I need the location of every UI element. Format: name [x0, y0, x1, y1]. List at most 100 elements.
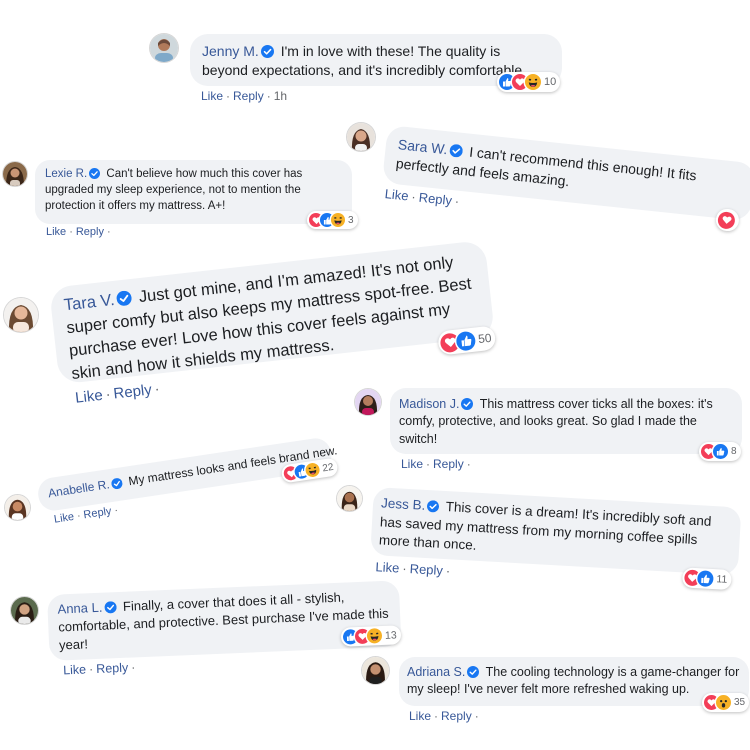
comment-bubble: Anna L. Finally, a cover that does it al…: [47, 580, 402, 661]
verified-icon: [89, 168, 101, 179]
like-link[interactable]: Like: [401, 457, 423, 471]
author-name[interactable]: Adriana S.: [407, 665, 465, 679]
reaction-count: 50: [477, 330, 493, 347]
comment-actions: Like·Reply·: [375, 559, 454, 578]
avatar[interactable]: [11, 597, 38, 624]
reply-link[interactable]: Reply: [83, 505, 113, 521]
reply-link[interactable]: Reply: [233, 89, 264, 103]
reply-link[interactable]: Reply: [96, 661, 129, 676]
reaction-summary[interactable]: 11: [681, 567, 732, 591]
author-name[interactable]: Anabelle R.: [47, 477, 110, 500]
author-name[interactable]: Sara W.: [397, 136, 448, 157]
separator: ·: [445, 563, 451, 579]
author-name[interactable]: Tara V.: [63, 291, 115, 314]
reply-link[interactable]: Reply: [418, 190, 453, 208]
comment-actions: Like·Reply·: [409, 709, 482, 723]
avatar[interactable]: [5, 495, 30, 520]
verified-icon: [467, 666, 480, 678]
separator: ·: [153, 380, 161, 398]
verified-icon: [427, 500, 440, 513]
author-name[interactable]: Lexie R.: [45, 168, 87, 180]
comment-bubble: Sara W. I can't recommend this enough! I…: [381, 125, 750, 222]
verified-icon: [260, 45, 274, 58]
separator: ·: [106, 226, 111, 238]
comment-actions: Like·Reply·: [401, 457, 474, 471]
separator: ·: [76, 509, 82, 523]
reaction-count: 22: [321, 461, 335, 474]
avatar[interactable]: [4, 298, 38, 332]
separator: ·: [88, 662, 94, 677]
timestamp[interactable]: 1h: [274, 89, 287, 103]
separator: ·: [130, 660, 136, 675]
separator: ·: [266, 89, 271, 103]
separator: ·: [434, 709, 439, 723]
like-reaction-icon: [713, 444, 728, 459]
love-reaction-icon: [717, 210, 736, 230]
like-link[interactable]: Like: [53, 511, 75, 526]
comment-actions: Like·Reply·: [46, 226, 114, 238]
separator: ·: [474, 709, 479, 723]
reply-link[interactable]: Reply: [76, 226, 104, 238]
avatar[interactable]: [355, 389, 381, 415]
separator: ·: [226, 89, 231, 103]
reply-link[interactable]: Reply: [441, 709, 472, 723]
reaction-summary[interactable]: 8: [699, 442, 741, 461]
separator: ·: [401, 560, 408, 576]
author-name[interactable]: Jess B.: [381, 495, 426, 512]
haha-reaction-icon: [525, 74, 541, 90]
author-name[interactable]: Madison J.: [399, 397, 459, 411]
reaction-count: 8: [731, 446, 737, 457]
comment-text: Finally, a cover that does it all - styl…: [58, 589, 389, 653]
separator: ·: [410, 188, 417, 205]
reaction-count: 3: [348, 214, 354, 226]
reaction-summary[interactable]: 10: [497, 72, 561, 92]
reply-link[interactable]: Reply: [409, 561, 443, 578]
avatar[interactable]: [362, 657, 389, 684]
haha-reaction-icon: [304, 462, 321, 478]
reaction-summary[interactable]: 35: [702, 693, 750, 712]
verified-icon: [104, 601, 117, 614]
comment-bubble: Madison J. This mattress cover ticks all…: [390, 388, 742, 454]
verified-icon: [461, 398, 474, 410]
avatar[interactable]: [347, 123, 375, 151]
haha-reaction-icon: [366, 628, 383, 644]
separator: ·: [426, 457, 431, 471]
comment-actions: Like · Reply · 1h: [201, 89, 287, 103]
avatar[interactable]: [3, 162, 27, 186]
comment-text: Just got mine, and I'm amazed! It's not …: [65, 253, 473, 384]
reaction-summary[interactable]: 3: [307, 211, 358, 229]
comment-bubble: Tara V. Just got mine, and I'm amazed! I…: [49, 239, 495, 385]
separator: ·: [104, 385, 112, 404]
verified-icon: [111, 477, 124, 490]
separator: ·: [466, 457, 471, 471]
like-reaction-icon: [455, 330, 477, 352]
verified-icon: [116, 290, 133, 307]
separator: ·: [113, 504, 119, 517]
reaction-count: 11: [716, 573, 728, 586]
comment-actions: Like·Reply·: [63, 660, 139, 677]
separator: ·: [69, 226, 73, 238]
like-link[interactable]: Like: [201, 89, 223, 103]
like-link[interactable]: Like: [46, 226, 66, 238]
reaction-summary[interactable]: 50: [437, 325, 497, 356]
reply-link[interactable]: Reply: [433, 457, 464, 471]
author-name[interactable]: Jenny M.: [202, 43, 259, 59]
avatar[interactable]: [337, 486, 362, 511]
comment-bubble: Adriana S. The cooling technology is a g…: [399, 657, 749, 706]
reaction-count: 13: [384, 628, 397, 642]
like-link[interactable]: Like: [409, 709, 431, 723]
avatar[interactable]: [150, 34, 178, 62]
reply-link[interactable]: Reply: [113, 381, 153, 402]
like-link[interactable]: Like: [384, 186, 409, 203]
wow-reaction-icon: [716, 695, 731, 710]
author-name[interactable]: Anna L.: [57, 600, 102, 617]
comment-bubble: Lexie R. Can't believe how much this cov…: [35, 160, 352, 224]
haha-reaction-icon: [331, 213, 345, 227]
like-link[interactable]: Like: [63, 662, 87, 677]
reaction-count: 35: [734, 697, 746, 708]
reaction-count: 10: [544, 76, 557, 88]
like-link[interactable]: Like: [74, 387, 103, 407]
like-link[interactable]: Like: [375, 559, 400, 575]
separator: ·: [454, 193, 460, 209]
reaction-summary[interactable]: 13: [340, 625, 402, 647]
